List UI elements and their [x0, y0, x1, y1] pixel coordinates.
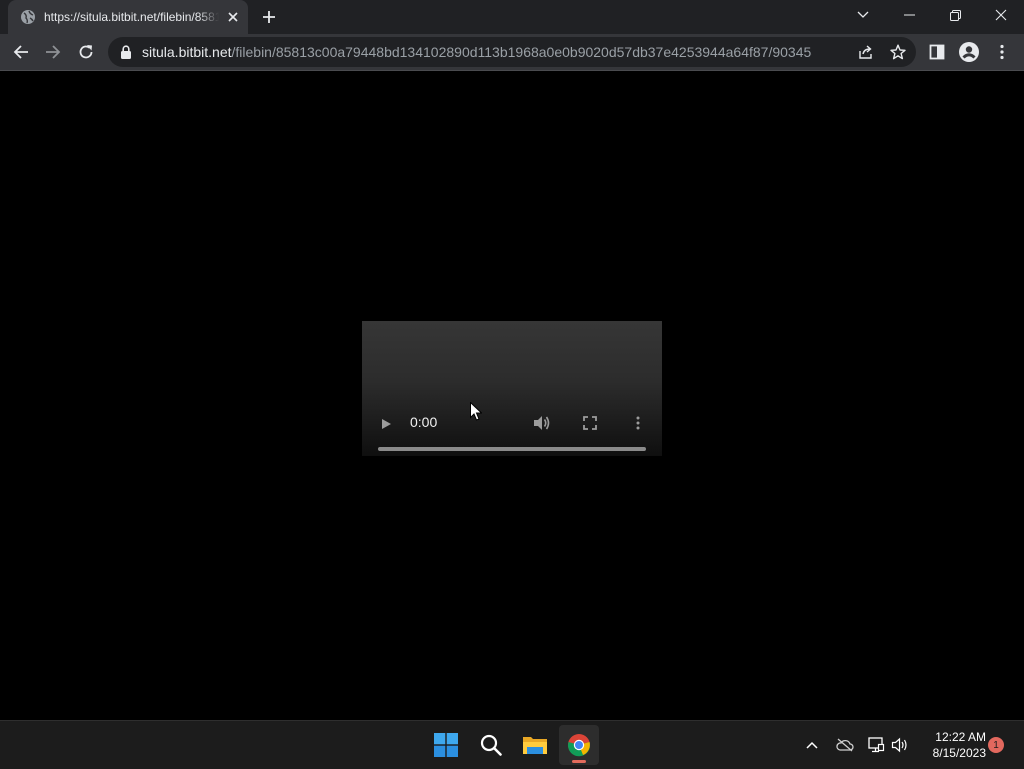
- profile-icon: [959, 42, 979, 62]
- side-panel-icon: [929, 44, 945, 60]
- side-panel-button[interactable]: [922, 37, 952, 67]
- chevron-down-icon: [857, 11, 869, 18]
- fullscreen-icon[interactable]: [580, 413, 600, 433]
- close-window-button[interactable]: [978, 0, 1024, 30]
- windows-start-icon[interactable]: [426, 725, 466, 765]
- tab-search-button[interactable]: [840, 0, 886, 30]
- clock-date: 8/15/2023: [932, 746, 986, 760]
- plus-icon: [263, 11, 275, 23]
- taskbar: 12:22 AM 8/15/2023 1: [0, 720, 1024, 769]
- onedrive-offline-icon[interactable]: [833, 733, 857, 757]
- star-icon[interactable]: [888, 42, 908, 62]
- minimize-button[interactable]: [886, 0, 932, 30]
- active-app-indicator: [572, 760, 586, 763]
- reload-icon: [79, 45, 93, 59]
- chrome-icon[interactable]: [559, 725, 599, 765]
- clock-time: 12:22 AM: [935, 730, 986, 744]
- browser-tab[interactable]: https://situla.bitbit.net/filebin/85813c…: [8, 0, 248, 34]
- volume-icon[interactable]: [531, 413, 553, 433]
- browser-toolbar: situla.bitbit.net/filebin/85813c00a79448…: [0, 34, 1024, 71]
- kebab-menu-icon: [1000, 44, 1004, 60]
- system-clock[interactable]: 12:22 AM 8/15/2023: [918, 729, 986, 761]
- video-current-time: 0:00: [410, 414, 438, 430]
- mouse-cursor: [470, 401, 483, 426]
- tab-close-icon[interactable]: [224, 8, 242, 26]
- forward-button[interactable]: [38, 37, 68, 67]
- more-options-icon[interactable]: [628, 413, 648, 433]
- back-button[interactable]: [6, 37, 36, 67]
- speaker-icon[interactable]: [888, 733, 912, 757]
- share-icon[interactable]: [856, 42, 876, 62]
- arrow-left-icon: [13, 45, 28, 59]
- chevron-up-icon[interactable]: [800, 733, 824, 757]
- url-host: situla.bitbit.net: [142, 44, 232, 60]
- browser-menu-button[interactable]: [987, 37, 1017, 67]
- tab-title: https://situla.bitbit.net/filebin/85813c…: [44, 10, 219, 24]
- minimize-icon: [903, 14, 915, 16]
- arrow-right-icon: [46, 45, 61, 59]
- close-icon: [995, 9, 1007, 21]
- profile-button[interactable]: [954, 37, 984, 67]
- globe-icon: [20, 9, 36, 25]
- restore-icon: [949, 9, 961, 21]
- new-tab-button[interactable]: [258, 6, 280, 28]
- url-text[interactable]: situla.bitbit.net/filebin/85813c00a79448…: [142, 44, 812, 60]
- play-icon[interactable]: [376, 414, 396, 434]
- search-icon[interactable]: [471, 725, 511, 765]
- file-explorer-icon[interactable]: [515, 725, 555, 765]
- network-icon[interactable]: [864, 733, 888, 757]
- restore-button[interactable]: [932, 0, 978, 30]
- lock-icon[interactable]: [118, 44, 134, 60]
- reload-button[interactable]: [71, 37, 101, 67]
- video-player[interactable]: 0:00: [362, 321, 662, 456]
- video-progress-bar[interactable]: [378, 447, 646, 451]
- tab-strip: https://situla.bitbit.net/filebin/85813c…: [0, 0, 1024, 34]
- address-bar[interactable]: situla.bitbit.net/filebin/85813c00a79448…: [108, 37, 916, 67]
- url-path: /filebin/85813c00a79448bd134102890d113b1…: [231, 44, 813, 60]
- notification-badge[interactable]: 1: [988, 737, 1004, 753]
